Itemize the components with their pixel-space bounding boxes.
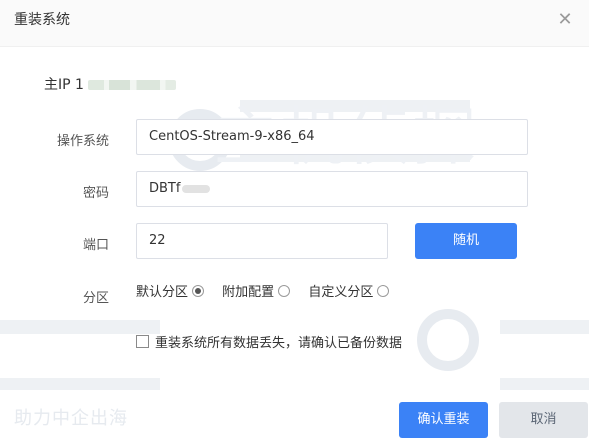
- partition-option-custom-label: 自定义分区: [308, 285, 374, 300]
- os-select[interactable]: CentOS-Stream-9-x86_64: [136, 119, 528, 155]
- dialog-header: 重装系统 ✕: [0, 0, 589, 47]
- partition-label: 分区: [82, 291, 109, 306]
- main-ip-row: 主IP 1: [44, 74, 176, 94]
- os-label: 操作系统: [56, 134, 109, 149]
- partition-option-default-label: 默认分区: [136, 285, 189, 300]
- password-input[interactable]: DBTf: [136, 171, 528, 207]
- confirm-checkbox[interactable]: [136, 335, 149, 348]
- watermark-slogan-2-lower: 助力中企出海: [14, 408, 128, 429]
- main-ip-label: 主IP: [44, 77, 71, 93]
- password-value: DBTf: [149, 181, 181, 196]
- os-select-value: CentOS-Stream-9-x86_64: [149, 129, 315, 144]
- password-label: 密码: [82, 186, 109, 201]
- confirm-text: 重装系统所有数据丢失，请确认已备份数据: [155, 336, 403, 351]
- partition-option-custom[interactable]: 自定义分区: [308, 281, 390, 300]
- close-icon[interactable]: ✕: [557, 11, 573, 29]
- port-value: 22: [149, 233, 166, 248]
- cancel-button[interactable]: 取消: [499, 402, 588, 438]
- port-input[interactable]: 22: [136, 223, 388, 259]
- random-port-button[interactable]: 随机: [415, 223, 517, 259]
- main-ip-value: 1: [75, 77, 84, 93]
- ip-blur-mask: [87, 80, 176, 90]
- partition-radio-group: 默认分区 附加配置 自定义分区: [136, 281, 403, 300]
- radio-unchecked-icon[interactable]: [278, 285, 291, 297]
- radio-checked-icon[interactable]: [192, 285, 205, 297]
- partition-option-extra[interactable]: 附加配置: [222, 281, 291, 300]
- partition-option-default[interactable]: 默认分区: [136, 281, 205, 300]
- password-blur-mask: [182, 184, 211, 193]
- port-label: 端口: [82, 238, 109, 253]
- confirm-reinstall-button[interactable]: 确认重装: [399, 402, 488, 438]
- partition-option-extra-label: 附加配置: [222, 285, 275, 300]
- dialog-title: 重装系统: [14, 12, 70, 28]
- reinstall-dialog: 主机侦探 服务跨境电商 助力中企出海 助力中企出海 重装系统 ✕ 主IP 1 操…: [0, 0, 589, 448]
- radio-unchecked-icon[interactable]: [377, 285, 390, 297]
- data-loss-confirm-row[interactable]: 重装系统所有数据丢失，请确认已备份数据: [136, 332, 402, 351]
